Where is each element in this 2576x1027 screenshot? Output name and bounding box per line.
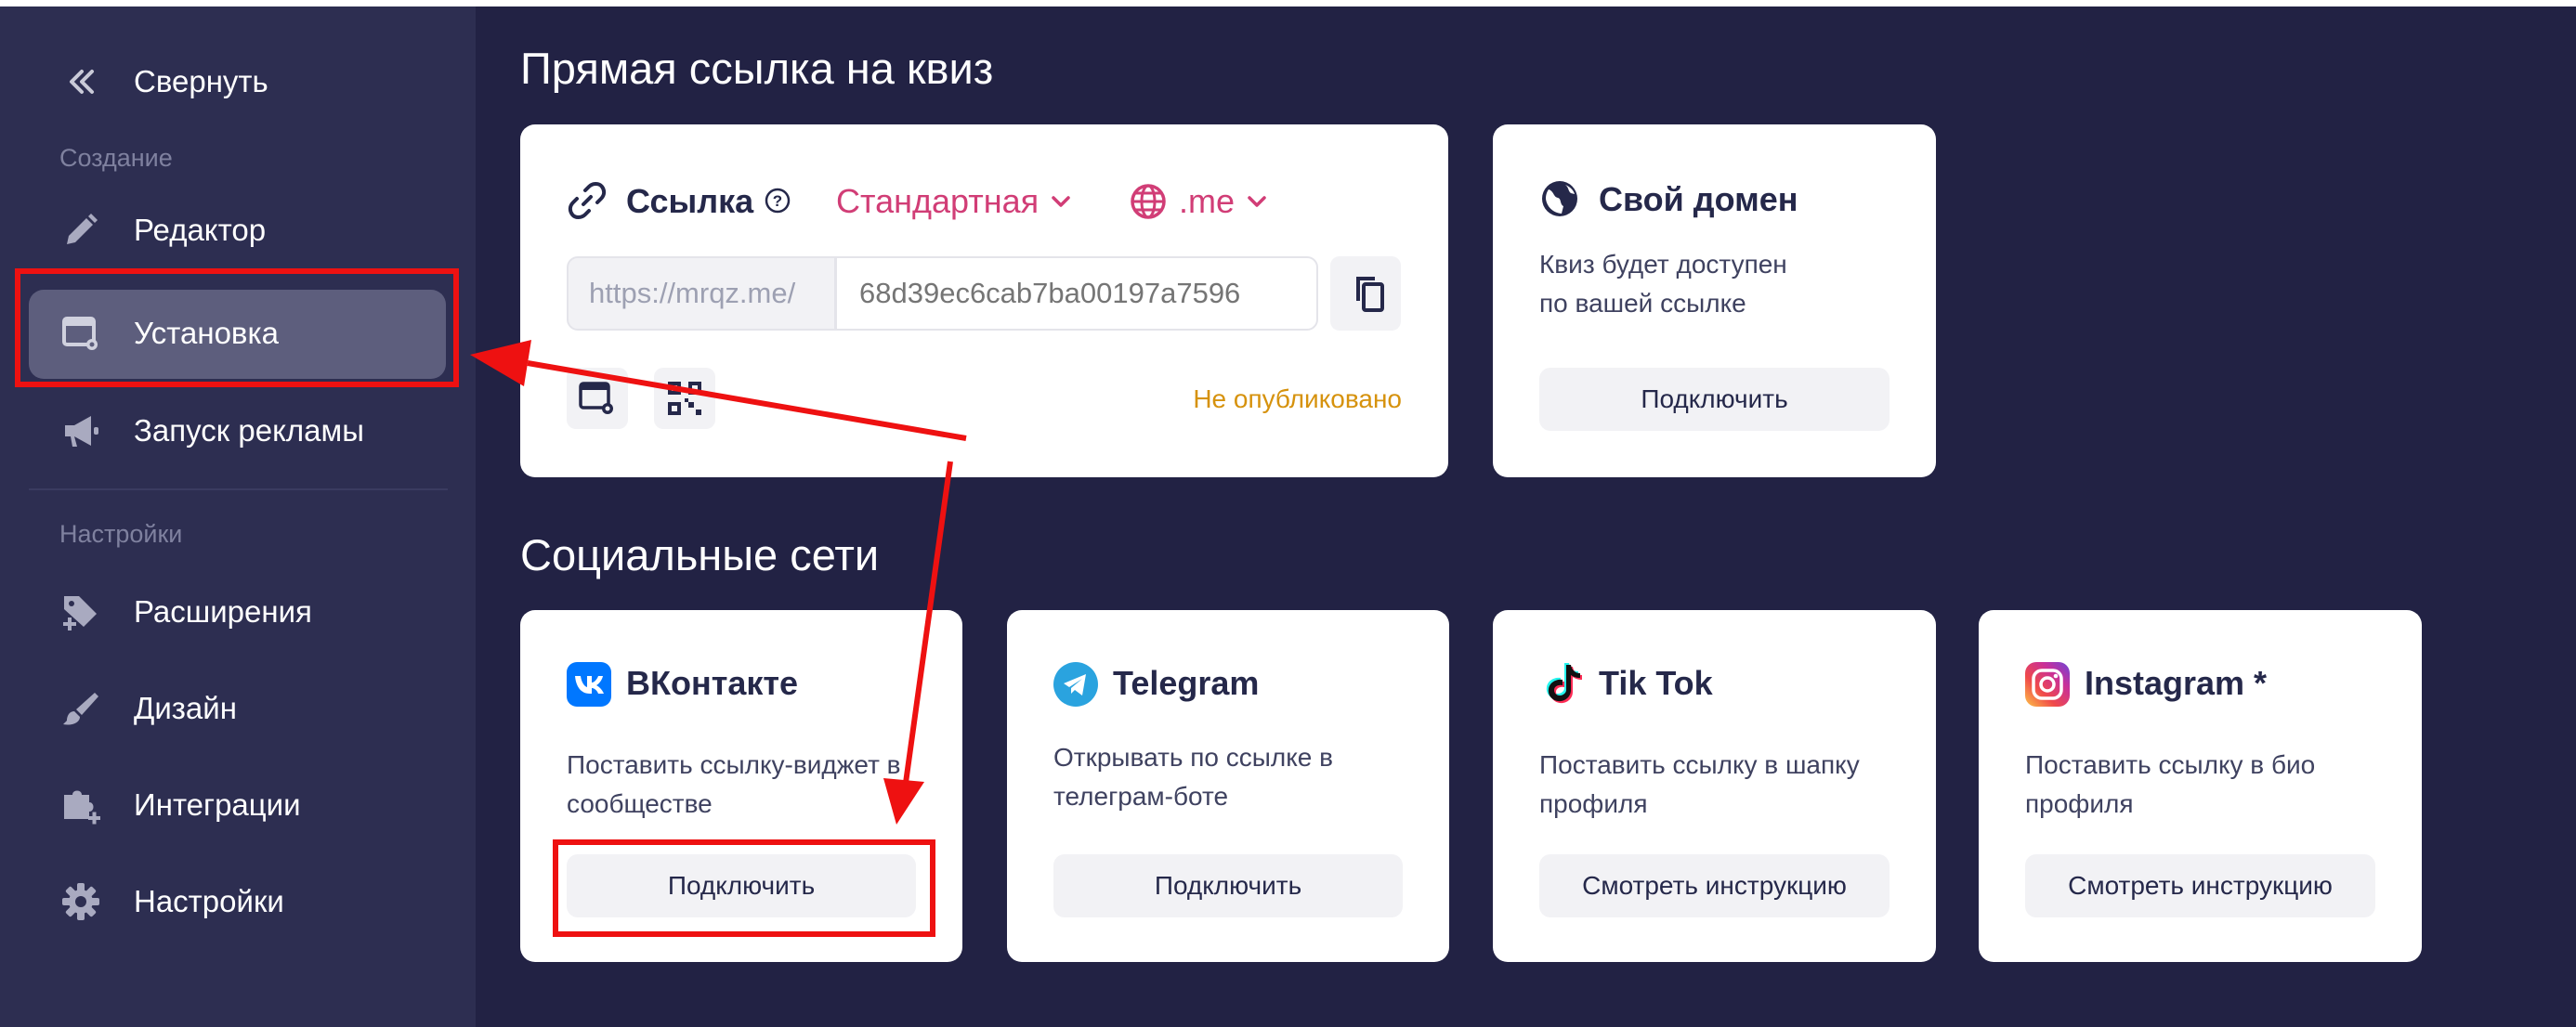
url-prefix: https://mrqz.me/ [567, 256, 836, 331]
vk-desc: Поставить ссылку-виджет в сообществе [567, 750, 901, 818]
tiktok-desc: Поставить ссылку в шапку профиля [1539, 750, 1860, 818]
sidebar-item-label: Установка [134, 316, 279, 350]
sidebar-item-install[interactable]: Установка [0, 292, 476, 375]
link-type-select[interactable]: Стандартная [836, 180, 1074, 223]
section-title-direct-link: Прямая ссылка на квиз [520, 44, 994, 93]
sidebar-item-editor[interactable]: Редактор [0, 188, 476, 272]
install-settings-button[interactable] [567, 368, 628, 429]
sidebar: Свернуть Создание Редактор Установка Зап… [0, 6, 476, 1027]
sidebar-item-label: Дизайн [134, 691, 237, 725]
domain-zone-value: .me [1179, 182, 1236, 220]
install-window-icon [62, 317, 98, 350]
top-strip [0, 0, 2576, 6]
link-icon [568, 182, 607, 219]
double-chevron-left-icon [70, 70, 94, 94]
vk-title: ВКонтакте [626, 664, 799, 702]
telegram-logo-icon [1053, 662, 1098, 707]
collapse-button[interactable]: Свернуть [0, 40, 476, 124]
sidebar-item-label: Запуск рекламы [134, 413, 364, 448]
vk-card: ВКонтакте Поставить ссылку-виджет в сооб… [520, 610, 962, 962]
qr-code-button[interactable] [654, 368, 715, 429]
sidebar-divider [29, 488, 448, 490]
sidebar-item-extensions[interactable]: Расширения [0, 570, 476, 654]
publish-status: Не опубликовано [1193, 384, 1402, 413]
telegram-connect-button[interactable]: Подключить [1053, 854, 1403, 917]
pencil-icon [67, 214, 98, 244]
sidebar-item-settings[interactable]: Настройки [0, 860, 476, 943]
section-heading-create: Создание [59, 144, 173, 172]
megaphone-icon [65, 416, 98, 447]
instagram-title: Instagram * [2085, 664, 2268, 702]
sidebar-item-design[interactable]: Дизайн [0, 667, 476, 750]
install-window-icon [579, 382, 613, 414]
sidebar-item-integrations[interactable]: Интеграции [0, 763, 476, 847]
puzzle-plus-icon [64, 790, 100, 825]
sidebar-item-label: Интеграции [134, 787, 301, 822]
tiktok-card: Tik Tok Поставить ссылку в шапку профиля… [1493, 610, 1936, 962]
own-domain-title: Свой домен [1599, 180, 1798, 218]
globe-icon [1131, 184, 1166, 219]
telegram-desc: Открывать по ссылке в телеграм-боте [1053, 743, 1334, 811]
instagram-instructions-button[interactable]: Смотреть инструкцию [2025, 854, 2375, 917]
quiz-slug-input[interactable] [835, 256, 1318, 331]
telegram-card: Telegram Открывать по ссылке в телеграм-… [1007, 610, 1449, 962]
own-domain-desc: Квиз будет доступен по вашей ссылке [1539, 250, 1787, 318]
section-heading-settings: Настройки [59, 520, 183, 548]
link-label: Ссылка [626, 182, 754, 220]
direct-link-card: Ссылка ? Стандартная .me https://mrqz.me… [520, 124, 1448, 477]
sidebar-item-label: Расширения [134, 594, 312, 629]
copy-icon [1356, 277, 1384, 312]
vk-connect-button[interactable]: Подключить [567, 854, 916, 917]
instagram-desc: Поставить ссылку в био профиля [2025, 750, 2316, 818]
instagram-logo-icon [2025, 662, 2070, 707]
tiktok-instructions-button[interactable]: Смотреть инструкцию [1539, 854, 1890, 917]
collapse-label: Свернуть [134, 64, 268, 98]
brush-icon [63, 693, 98, 725]
gear-icon [62, 883, 99, 920]
tag-plus-icon [63, 596, 97, 630]
help-icon[interactable]: ? [764, 187, 791, 214]
connect-domain-button[interactable]: Подключить [1539, 368, 1890, 431]
tiktok-logo-icon [1546, 663, 1582, 704]
section-title-social: Социальные сети [520, 530, 880, 579]
qr-code-icon [668, 382, 701, 415]
sidebar-item-ads[interactable]: Запуск рекламы [0, 389, 476, 473]
svg-text:?: ? [773, 192, 782, 210]
chevron-down-icon [1248, 196, 1266, 207]
domain-zone-select[interactable]: .me [1129, 180, 1270, 223]
globe-filled-icon [1542, 181, 1577, 216]
tiktok-title: Tik Tok [1599, 664, 1713, 702]
copy-link-button[interactable] [1330, 256, 1401, 331]
sidebar-item-label: Редактор [134, 213, 267, 247]
chevron-down-icon [1052, 196, 1070, 207]
sidebar-item-label: Настройки [134, 884, 284, 918]
telegram-title: Telegram [1113, 664, 1260, 702]
vk-logo-icon [567, 662, 611, 707]
instagram-card: Instagram * Поставить ссылку в био профи… [1979, 610, 2422, 962]
link-type-value: Стандартная [836, 182, 1040, 220]
own-domain-card: Свой домен Квиз будет доступен по вашей … [1493, 124, 1936, 477]
